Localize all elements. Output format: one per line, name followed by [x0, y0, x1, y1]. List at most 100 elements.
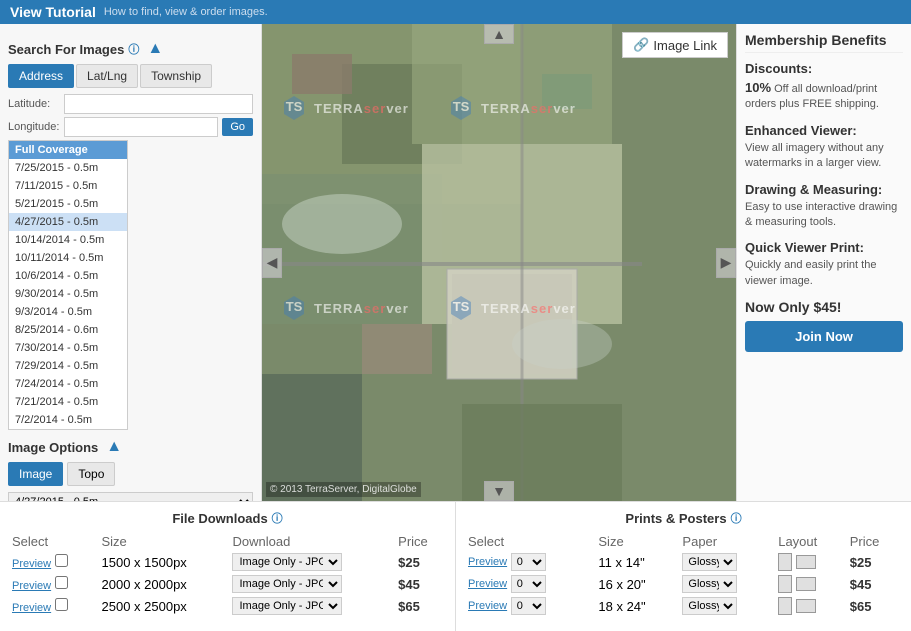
pp-landscape-icon-0[interactable]: [796, 555, 816, 569]
pp-landscape-icon-2[interactable]: [796, 599, 816, 613]
date-item-9[interactable]: 8/25/2014 - 0.6m: [9, 321, 127, 339]
pp-paper-select-2[interactable]: Glossy: [682, 597, 737, 615]
drawing-text: Easy to use interactive drawing & measur…: [745, 200, 903, 231]
date-item-4[interactable]: 10/14/2014 - 0.5m: [9, 231, 127, 249]
join-now-button[interactable]: Join Now: [745, 321, 903, 352]
pp-portrait-icon-2[interactable]: [778, 597, 792, 615]
search-expand-button[interactable]: ▲: [143, 40, 167, 58]
watermark-2: TS TERRAserver: [447, 94, 576, 122]
pp-portrait-icon-0[interactable]: [778, 553, 792, 571]
map-area[interactable]: TS TERRAserver TS TERRAserver TS TERRAse…: [262, 24, 736, 501]
pp-preview-link-1[interactable]: Preview: [468, 578, 507, 590]
discounts-heading: Discounts:: [745, 61, 903, 76]
date-item-5[interactable]: 10/11/2014 - 0.5m: [9, 249, 127, 267]
tab-image[interactable]: Image: [8, 462, 63, 486]
pp-paper-select-1[interactable]: Glossy: [682, 575, 737, 593]
bottom-date-select[interactable]: 4/27/2015 - 0.5m: [8, 492, 253, 501]
dl-format-select-2[interactable]: Image Only - JPG: [232, 597, 342, 615]
date-item-11[interactable]: 7/29/2014 - 0.5m: [9, 357, 127, 375]
sidebar: Search For Images ⓘ ▲ Address Lat/Lng To…: [0, 24, 262, 501]
tab-latlng[interactable]: Lat/Lng: [76, 64, 138, 88]
date-item-3[interactable]: 4/27/2015 - 0.5m: [9, 213, 127, 231]
tab-address[interactable]: Address: [8, 64, 74, 88]
prints-posters-title: Prints & Posters ⓘ: [464, 510, 903, 526]
map-nav-left[interactable]: ◀: [262, 248, 282, 278]
date-item-6[interactable]: 10/6/2014 - 0.5m: [9, 267, 127, 285]
svg-text:TS: TS: [453, 299, 470, 314]
dl-size-2: 2500 x 2500px: [98, 595, 229, 617]
image-link-button[interactable]: 🔗 Image Link: [622, 32, 728, 58]
file-downloads-table: Select Size Download Price Preview 1500 …: [8, 532, 447, 617]
map-nav-down[interactable]: ▼: [484, 481, 514, 501]
table-row: Preview 0 16 x 20" Glossy $45: [464, 573, 903, 595]
map-nav-up[interactable]: ▲: [484, 24, 514, 44]
dl-format-select-0[interactable]: Image Only - JPG: [232, 553, 342, 571]
longitude-input[interactable]: [64, 117, 218, 137]
date-item-0[interactable]: 7/25/2015 - 0.5m: [9, 159, 127, 177]
pp-col-select: Select: [464, 532, 594, 551]
date-item-14[interactable]: 7/2/2014 - 0.5m: [9, 411, 127, 429]
dl-price-0: $25: [394, 551, 447, 573]
date-item-15[interactable]: 6/19/2014 - 0.5m: [9, 429, 127, 430]
image-date-list-container: Full Coverage 7/25/2015 - 0.5m 7/11/2015…: [8, 140, 253, 430]
prints-posters-section: Prints & Posters ⓘ Select Size Paper Lay…: [456, 502, 911, 631]
drawing-heading: Drawing & Measuring:: [745, 182, 903, 197]
image-options-expand-button[interactable]: ▲: [102, 438, 126, 456]
bottom-date-selector[interactable]: 4/27/2015 - 0.5m: [8, 492, 253, 501]
dl-checkbox-1[interactable]: [55, 576, 68, 589]
map-nav-right[interactable]: ▶: [716, 248, 736, 278]
date-item-2[interactable]: 5/21/2015 - 0.5m: [9, 195, 127, 213]
search-info-icon: ⓘ: [128, 41, 139, 57]
go-button[interactable]: Go: [222, 118, 253, 136]
dl-preview-link-2[interactable]: Preview: [12, 602, 51, 614]
prints-info-icon: ⓘ: [731, 510, 742, 526]
dl-download-1[interactable]: Image Only - JPG: [228, 573, 394, 595]
svg-text:TS: TS: [286, 299, 303, 314]
dl-download-2[interactable]: Image Only - JPG: [228, 595, 394, 617]
latitude-input[interactable]: [64, 94, 253, 114]
dl-checkbox-2[interactable]: [55, 598, 68, 611]
dl-checkbox-0[interactable]: [55, 554, 68, 567]
pp-qty-select-2[interactable]: 0: [511, 597, 546, 615]
tab-township[interactable]: Township: [140, 64, 212, 88]
membership-title: Membership Benefits: [745, 32, 903, 53]
pp-layout-1: [774, 573, 846, 595]
table-row: Preview 0 11 x 14" Glossy $25: [464, 551, 903, 573]
map-background: TS TERRAserver TS TERRAserver TS TERRAse…: [262, 24, 736, 501]
benefit-discounts: Discounts: 10% Off all download/print or…: [745, 61, 903, 113]
date-item-12[interactable]: 7/24/2014 - 0.5m: [9, 375, 127, 393]
pp-landscape-icon-1[interactable]: [796, 577, 816, 591]
bottom-area: File Downloads ⓘ Select Size Download Pr…: [0, 501, 911, 631]
pp-col-paper: Paper: [678, 532, 774, 551]
print-heading: Quick Viewer Print:: [745, 240, 903, 255]
pp-layout-0: [774, 551, 846, 573]
pp-layout-2: [774, 595, 846, 617]
image-options-title: Image Options ▲: [8, 438, 253, 456]
pp-paper-2[interactable]: Glossy: [678, 595, 774, 617]
dl-preview-link-1[interactable]: Preview: [12, 580, 51, 592]
date-item-8[interactable]: 9/3/2014 - 0.5m: [9, 303, 127, 321]
view-tutorial-link[interactable]: View Tutorial: [10, 4, 96, 20]
date-item-7[interactable]: 9/30/2014 - 0.5m: [9, 285, 127, 303]
pp-portrait-icon-1[interactable]: [778, 575, 792, 593]
pp-paper-select-0[interactable]: Glossy: [682, 553, 737, 571]
date-item-1[interactable]: 7/11/2015 - 0.5m: [9, 177, 127, 195]
dl-preview-link-0[interactable]: Preview: [12, 558, 51, 570]
dl-format-select-1[interactable]: Image Only - JPG: [232, 575, 342, 593]
print-text: Quickly and easily print the viewer imag…: [745, 258, 903, 289]
pp-qty-select-1[interactable]: 0: [511, 575, 546, 593]
tab-topo[interactable]: Topo: [67, 462, 115, 486]
dl-size-0: 1500 x 1500px: [98, 551, 229, 573]
dl-download-0[interactable]: Image Only - JPG: [228, 551, 394, 573]
table-row: Preview 1500 x 1500px Image Only - JPG $…: [8, 551, 447, 573]
date-item-13[interactable]: 7/21/2014 - 0.5m: [9, 393, 127, 411]
pp-paper-0[interactable]: Glossy: [678, 551, 774, 573]
pp-qty-select-0[interactable]: 0: [511, 553, 546, 571]
image-date-list[interactable]: Full Coverage 7/25/2015 - 0.5m 7/11/2015…: [8, 140, 128, 430]
pp-preview-link-0[interactable]: Preview: [468, 556, 507, 568]
pp-paper-1[interactable]: Glossy: [678, 573, 774, 595]
dl-preview-2: Preview: [8, 595, 98, 617]
table-row: Preview 2500 x 2500px Image Only - JPG $…: [8, 595, 447, 617]
pp-preview-link-2[interactable]: Preview: [468, 600, 507, 612]
date-item-10[interactable]: 7/30/2014 - 0.5m: [9, 339, 127, 357]
